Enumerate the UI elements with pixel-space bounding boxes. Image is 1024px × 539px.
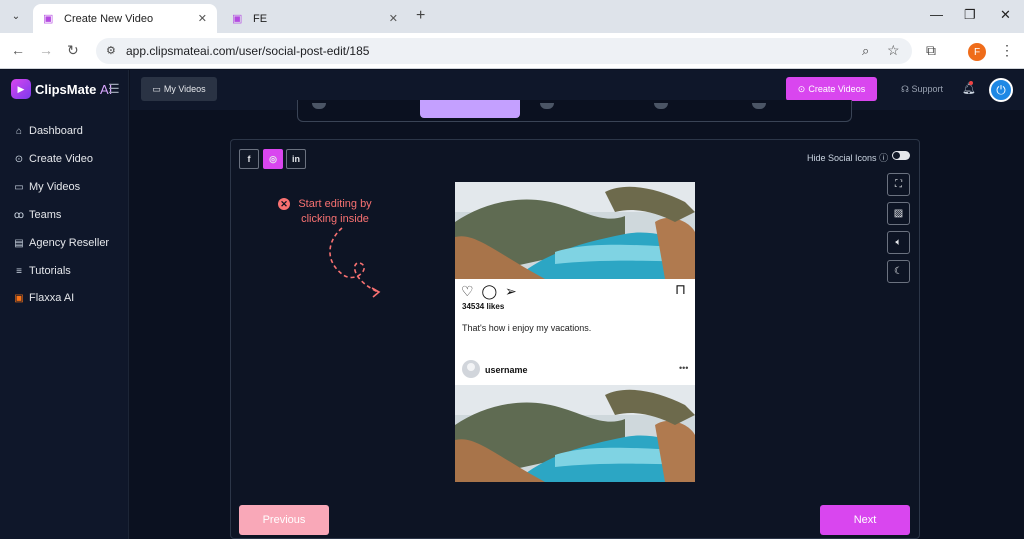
my-videos-button[interactable]: ▭ My Videos	[141, 77, 217, 101]
play-circle-icon: ⊙	[14, 153, 24, 165]
expand-icon: ⛶	[895, 179, 902, 190]
profile-avatar[interactable]: F	[968, 43, 986, 61]
extensions-icon[interactable]: ⧉	[926, 42, 936, 59]
users-icon: ꝏ	[13, 209, 25, 221]
step-marker[interactable]	[654, 103, 668, 109]
editing-hint: Start editing by clicking inside	[298, 198, 372, 225]
close-tab-icon[interactable]: ✕	[389, 12, 398, 25]
heart-icon[interactable]: ♡	[461, 283, 474, 299]
browser-tab-active[interactable]: ▣ Create New Video ✕	[33, 4, 217, 33]
address-bar-row: ← → ↻ ⚙ app.clipsmateai.com/user/social-…	[0, 33, 1024, 69]
likes-count[interactable]: 34534 likes	[462, 302, 504, 311]
sliders-icon: ≡	[16, 265, 22, 277]
dashed-arrow-icon	[329, 227, 381, 298]
bookmark-icon[interactable]: ⊓	[675, 281, 686, 298]
dark-mode-tool-button[interactable]: ☾	[887, 260, 910, 283]
step-active[interactable]	[420, 100, 520, 118]
window-close-icon[interactable]: ✕	[1000, 7, 1011, 23]
image-tool-button[interactable]: ▨	[887, 202, 910, 225]
post-username[interactable]: username	[485, 365, 528, 375]
linkedin-tab[interactable]: in	[286, 149, 306, 169]
sidebar-item-my-videos[interactable]: ▭ My Videos	[13, 181, 80, 193]
instagram-icon: ◎	[269, 153, 277, 164]
sidebar-item-create-video[interactable]: ⊙ Create Video	[13, 153, 93, 165]
restore-icon[interactable]: ❐	[964, 7, 976, 23]
app-sidebar: ▶ ClipsMate AI ☰	[0, 70, 129, 539]
tab-title: Create New Video	[64, 12, 154, 25]
next-button[interactable]: Next	[820, 505, 910, 535]
notification-dot	[969, 81, 973, 85]
video-camera-icon: ▭	[14, 181, 24, 193]
hide-social-icons-label: Hide Social Icons ⓘ	[807, 153, 889, 163]
post-image-top[interactable]	[455, 182, 695, 279]
image-icon: ▨	[893, 208, 904, 219]
more-options-icon[interactable]: •••	[679, 363, 688, 373]
send-icon[interactable]: ➢	[505, 283, 517, 299]
flaxxa-icon: ▣	[14, 292, 24, 304]
create-videos-button[interactable]: ⊙ Create Videos	[786, 77, 877, 101]
support-link[interactable]: ☊ Support	[901, 84, 943, 95]
minimize-icon[interactable]: —	[930, 7, 943, 22]
post-image-bottom[interactable]	[455, 385, 695, 482]
facebook-icon: f	[247, 154, 251, 164]
url-text: app.clipsmateai.com/user/social-post-edi…	[126, 44, 370, 58]
briefcase-icon: ▤	[14, 237, 24, 249]
site-info-icon[interactable]: ⚙	[106, 44, 116, 57]
forward-icon[interactable]: →	[39, 42, 53, 58]
back-icon[interactable]: ←	[11, 42, 25, 58]
close-tab-icon[interactable]: ✕	[198, 12, 207, 25]
instagram-post-preview[interactable]: ♡ ◯ ➢ ⊓ 34534 likes That's how i enjoy m…	[455, 182, 695, 482]
step-marker[interactable]	[312, 103, 326, 109]
previous-button[interactable]: Previous	[239, 505, 329, 535]
bookmark-star-icon[interactable]: ☆	[887, 42, 900, 59]
logo-icon: ▶	[11, 79, 31, 99]
hamburger-menu-icon[interactable]: ☰	[108, 81, 120, 97]
user-avatar	[462, 360, 480, 378]
progress-stepper	[297, 100, 852, 122]
reload-icon[interactable]: ↻	[67, 42, 79, 59]
sidebar-item-tutorials[interactable]: ≡ Tutorials	[13, 265, 71, 277]
app-logo[interactable]: ▶ ClipsMate AI	[11, 79, 112, 99]
audio-tool-button[interactable]: 🔈︎	[887, 231, 910, 254]
step-marker[interactable]	[540, 103, 554, 109]
step-marker[interactable]	[752, 103, 766, 109]
user-power-icon[interactable]: ⏻	[989, 78, 1013, 102]
home-icon: ⌂	[15, 125, 23, 137]
fullscreen-tool-button[interactable]: ⛶	[887, 173, 910, 196]
omnibox[interactable]: ⚙ app.clipsmateai.com/user/social-post-e…	[96, 38, 912, 64]
sidebar-item-teams[interactable]: ꝏ Teams	[13, 209, 62, 221]
tab-search-icon[interactable]: ⌄	[6, 6, 26, 26]
play-circle-icon: ⊙	[797, 83, 806, 94]
post-caption[interactable]: That's how i enjoy my vacations.	[462, 323, 591, 333]
video-camera-icon: ▭	[152, 83, 161, 94]
sidebar-item-agency-reseller[interactable]: ▤ Agency Reseller	[13, 237, 109, 249]
logo-text: ClipsMate AI	[35, 81, 113, 97]
post-actions: ♡ ◯ ➢	[461, 283, 517, 300]
browser-tab-bar: ⌄ ▣ Create New Video ✕ ▣ FE ✕ + — ❐ ✕	[0, 0, 1024, 33]
clipsmate-favicon-icon: ▣	[232, 12, 243, 25]
moon-icon: ☾	[894, 266, 903, 277]
new-tab-icon[interactable]: +	[416, 7, 425, 25]
instagram-tab[interactable]: ◎	[263, 149, 283, 169]
info-icon: ⓘ	[879, 153, 889, 163]
facebook-tab[interactable]: f	[239, 149, 259, 169]
browser-tab-inactive[interactable]: ▣ FE ✕	[222, 4, 408, 33]
clipsmate-favicon-icon: ▣	[43, 12, 54, 25]
hide-social-icons-toggle[interactable]	[892, 151, 910, 160]
close-circle-icon: ✕	[278, 198, 290, 210]
tab-title: FE	[253, 12, 268, 25]
browser-menu-icon[interactable]: ⋮	[1000, 42, 1014, 59]
headset-icon: ☊	[901, 84, 909, 94]
zoom-icon[interactable]: ⌕	[862, 43, 869, 59]
speaker-icon: 🔈︎	[895, 237, 902, 248]
linkedin-icon: in	[292, 154, 300, 164]
sidebar-item-dashboard[interactable]: ⌂ Dashboard	[13, 125, 83, 137]
sidebar-item-flaxxa-ai[interactable]: ▣ Flaxxa AI	[13, 292, 74, 304]
comment-icon[interactable]: ◯	[481, 283, 497, 299]
